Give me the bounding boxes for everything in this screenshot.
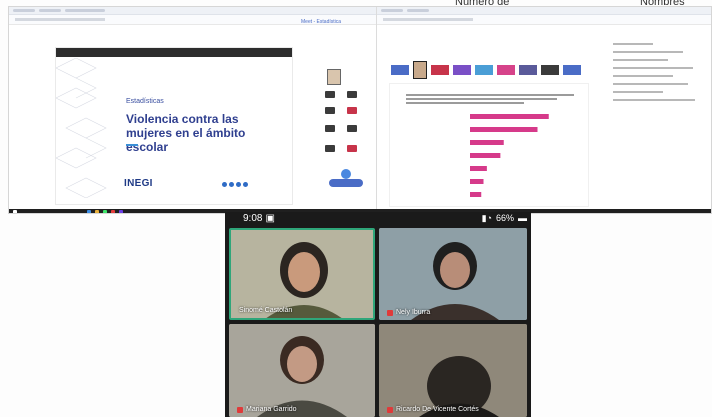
address-bar-2[interactable] <box>377 15 711 25</box>
bar-chart <box>470 114 549 197</box>
browser-tabs-2[interactable] <box>377 7 711 15</box>
participant-tile[interactable] <box>347 145 357 152</box>
participant-thumb[interactable] <box>519 65 537 75</box>
participant-tile-2[interactable]: Nely Iburra <box>379 228 527 320</box>
participant-name: Nely Iburra <box>396 309 431 316</box>
participant-tile[interactable] <box>325 145 335 152</box>
taskbar-app-icon[interactable] <box>103 210 107 213</box>
chart-bar <box>470 153 501 158</box>
notification-icon: ▣ <box>265 212 275 224</box>
chart-bar <box>470 114 549 119</box>
meeting-title: Meet - Estadística <box>301 19 342 25</box>
chart-window <box>377 7 711 209</box>
participant-tile-3[interactable]: Mariana Garrido <box>229 324 375 417</box>
participant-thumb-photo[interactable] <box>413 61 427 79</box>
title-underline <box>126 144 138 146</box>
participant-thumb[interactable] <box>475 65 493 75</box>
slide-top-band <box>56 48 292 57</box>
social-icon <box>236 182 241 187</box>
inegi-logo: INEGI <box>124 178 153 189</box>
phone-status-bar: 9:08 ▣ ▮◔ 66% ▬ <box>225 212 531 224</box>
participant-name-tag: Ricardo De Vicente Cortés <box>387 406 479 413</box>
participant-tile[interactable] <box>325 125 335 132</box>
participant-name: Mariana Garrido <box>246 406 297 413</box>
chart-bar <box>470 127 538 132</box>
participant-tile-1[interactable]: Sinomé Castolán <box>229 228 375 320</box>
participant-tile-4[interactable]: Ricardo De Vicente Cortés <box>379 324 527 417</box>
participant-thumb[interactable] <box>391 65 409 75</box>
taskbar-app-icon[interactable] <box>95 210 99 213</box>
taskbar-app-icon[interactable] <box>119 210 123 213</box>
shared-chart <box>389 83 589 207</box>
phone-screen: 9:08 ▣ ▮◔ 66% ▬ Sinomé Castolán Nely Ibu… <box>225 212 531 417</box>
participant-name-tag: Mariana Garrido <box>237 406 297 413</box>
signal-icon: ▮◔ <box>481 212 492 223</box>
mic-off-icon <box>387 309 393 316</box>
meeting-control-button[interactable] <box>329 179 363 187</box>
taskbar-app-icon[interactable] <box>87 210 91 213</box>
participant-tile[interactable] <box>347 91 357 98</box>
battery-level: 66% <box>495 213 514 223</box>
participant-thumb[interactable] <box>497 65 515 75</box>
clock: 9:08 <box>243 212 263 224</box>
presentation-slide: Estadísticas Violencia contra las mujere… <box>55 47 293 205</box>
participant-strip <box>391 59 587 81</box>
participant-name-tag: Nely Iburra <box>387 309 430 316</box>
side-panel <box>609 37 709 207</box>
participant-tile[interactable] <box>325 91 335 98</box>
participant-name: Sinomé Castolán <box>239 307 293 314</box>
taskbar-app-icon[interactable] <box>111 210 115 213</box>
social-icon <box>222 182 227 187</box>
participant-thumb[interactable] <box>453 65 471 75</box>
slide-pattern <box>56 58 107 198</box>
slide-eyebrow: Estadísticas <box>126 98 164 105</box>
battery-icon: ▬ <box>518 213 527 223</box>
start-icon[interactable] <box>13 210 17 213</box>
social-icon <box>229 182 234 187</box>
screen-capture: Meet - Estadística Estadísticas Violenci… <box>8 6 712 214</box>
social-icon <box>243 182 248 187</box>
mic-off-icon <box>237 406 243 413</box>
chart-bar <box>470 166 487 171</box>
participant-name-tag: Sinomé Castolán <box>239 307 292 314</box>
mic-off-icon <box>387 406 393 413</box>
chart-bar <box>470 192 482 197</box>
participant-name: Ricardo De Vicente Cortés <box>396 406 479 413</box>
participant-tile[interactable] <box>347 125 357 132</box>
browser-tabs[interactable] <box>9 7 376 15</box>
chart-bar <box>470 179 484 184</box>
page: Número de Nombres Meet - Estadística Est… <box>0 0 712 417</box>
participant-thumb[interactable] <box>563 65 581 75</box>
presentation-window: Meet - Estadística Estadísticas Violenci… <box>9 7 377 209</box>
social-icons <box>222 182 248 187</box>
chart-bar <box>470 140 504 145</box>
participant-video <box>379 324 527 417</box>
participant-video <box>379 228 527 320</box>
participant-tile[interactable] <box>347 107 357 114</box>
participant-video <box>229 324 375 417</box>
participant-tile[interactable] <box>325 107 335 114</box>
participant-thumb[interactable] <box>431 65 449 75</box>
meeting-control-icon[interactable] <box>341 169 351 179</box>
participant-thumb[interactable] <box>541 65 559 75</box>
slide-title: Violencia contra las mujeres en el ámbit… <box>126 112 246 154</box>
participant-avatar[interactable] <box>327 69 341 85</box>
